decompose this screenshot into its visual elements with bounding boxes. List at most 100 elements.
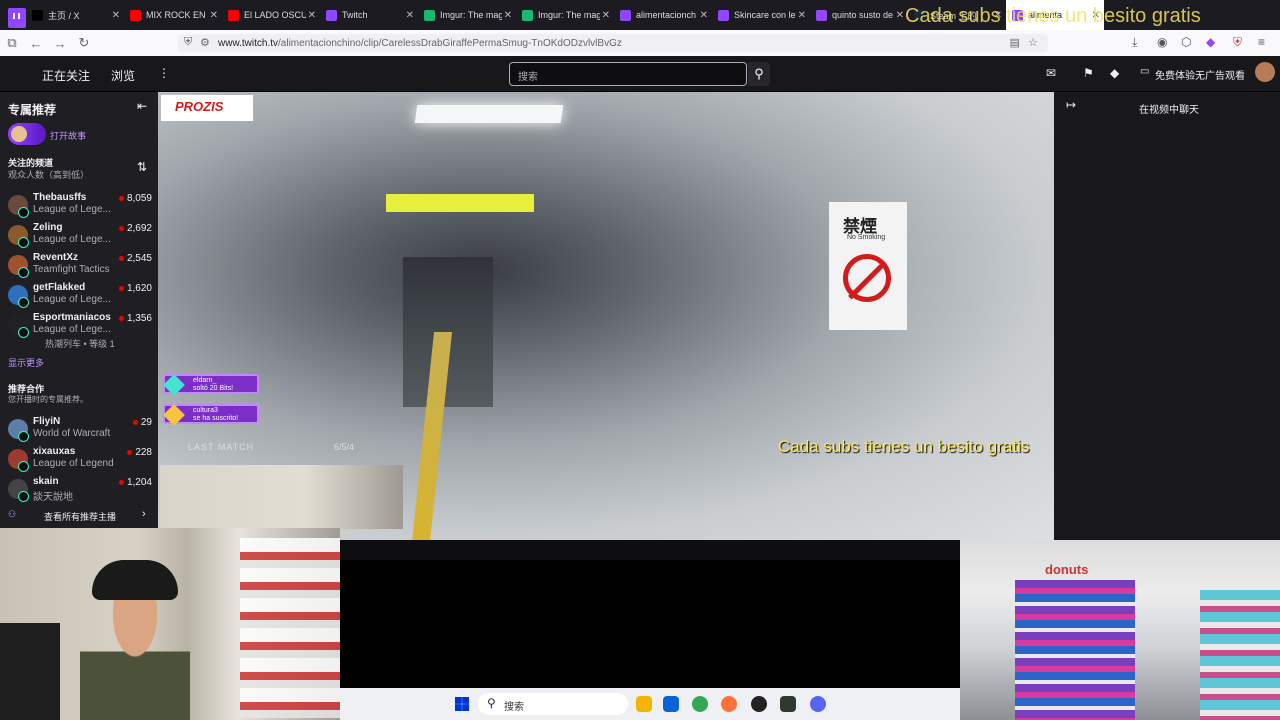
- candy-rack: [1200, 590, 1280, 720]
- address-bar: ⧉ ← → ↻ ⛨ ⚙ www.twitch.tv/alimentacionch…: [0, 30, 1280, 56]
- downloads-icon[interactable]: ⤓: [1132, 35, 1137, 50]
- reader-view-icon[interactable]: ▤: [1010, 36, 1020, 49]
- windows-taskbar: 搜索: [340, 688, 960, 720]
- live-badge-icon: [18, 267, 29, 278]
- nav-more-icon[interactable]: ⋮: [158, 66, 170, 80]
- channel-item[interactable]: ReventXz Teamfight Tactics 2,545: [0, 252, 158, 282]
- no-smoking-subtext: No Smoking: [847, 234, 886, 241]
- recommended-header: 专属推荐: [8, 103, 57, 117]
- alert-message: soltó 20 Bits!: [193, 385, 234, 392]
- inbox-icon[interactable]: ✉: [1046, 66, 1056, 80]
- ublock-icon[interactable]: ⛨: [1233, 35, 1242, 50]
- yellow-sign: [386, 194, 534, 212]
- outlook-icon[interactable]: [663, 696, 679, 712]
- viewer-count: 2,692: [119, 223, 152, 234]
- close-tab-icon[interactable]: ✕: [504, 10, 512, 21]
- alert-user: eldarn_: [193, 377, 217, 384]
- menu-icon[interactable]: ≡: [1258, 35, 1265, 49]
- chrome-icon[interactable]: [692, 696, 708, 712]
- file-explorer-icon[interactable]: [636, 696, 652, 712]
- ad-free-icon: ▭: [1140, 66, 1150, 77]
- chevron-right-icon: ›: [142, 508, 146, 520]
- browser-tab[interactable]: Skincare con le ✕: [712, 0, 810, 30]
- close-tab-icon[interactable]: ✕: [406, 10, 414, 21]
- gaming-chair: [0, 623, 60, 720]
- browser-tab[interactable]: alimentacionch ✕: [614, 0, 712, 30]
- browser-tab[interactable]: Imgur: The mag ✕: [516, 0, 614, 30]
- tab-title: Skincare con le: [734, 10, 796, 20]
- close-tab-icon[interactable]: ✕: [896, 10, 904, 21]
- reload-icon[interactable]: ↻: [72, 35, 96, 51]
- group-icon: ⚇: [8, 509, 17, 519]
- browser-tab[interactable]: 主页 / X ✕: [26, 0, 124, 30]
- browser-tab[interactable]: MIX ROCK EN E ✕: [124, 0, 222, 30]
- firefox-icon[interactable]: [721, 696, 737, 712]
- browser-tab[interactable]: quinto susto de ✕: [810, 0, 908, 30]
- channel-avatar: [8, 225, 29, 248]
- partner-subheader: 您开播时的专属推荐。: [8, 395, 88, 404]
- close-tab-icon[interactable]: ✕: [602, 10, 610, 21]
- nav-following[interactable]: 正在关注: [42, 67, 90, 84]
- bits-icon[interactable]: ◆: [1110, 66, 1119, 80]
- twitch-extension-icon[interactable]: ◆: [1206, 35, 1215, 49]
- url-path: /alimentacionchino/clip/CarelessDrabGira…: [278, 37, 622, 49]
- browser-tab[interactable]: Imgur: The mag ✕: [418, 0, 516, 30]
- windows-start-icon[interactable]: [455, 697, 469, 711]
- tab-title: Imgur: The mag: [440, 10, 502, 20]
- account-icon[interactable]: ◉: [1157, 35, 1167, 49]
- tab-title: alimentacionch: [636, 10, 697, 20]
- nav-browse[interactable]: 浏览: [111, 67, 135, 84]
- close-tab-icon[interactable]: ✕: [112, 10, 120, 21]
- story-avatar[interactable]: [8, 123, 46, 145]
- viewer-count: 1,356: [119, 313, 152, 324]
- browser-tab[interactable]: Twitch ✕: [320, 0, 418, 30]
- close-tab-icon[interactable]: ✕: [700, 10, 708, 21]
- channel-item[interactable]: xixauxas League of Legends 228: [0, 446, 158, 476]
- view-all-button[interactable]: ⚇ 查看所有推荐主播 ›: [8, 508, 158, 524]
- collapse-sidebar-icon[interactable]: ⇤: [137, 99, 147, 113]
- search-icon[interactable]: ⚲: [748, 62, 770, 86]
- channel-item[interactable]: getFlakked League of Lege... 1,620: [0, 282, 158, 312]
- bookmark-star-icon[interactable]: ☆: [1028, 36, 1038, 49]
- channel-item[interactable]: Zeling League of Lege... 2,692: [0, 222, 158, 252]
- avatar: [11, 126, 27, 142]
- channel-name: xixauxas: [33, 446, 76, 457]
- twitch-logo-icon[interactable]: [8, 8, 26, 28]
- ad-free-button[interactable]: 免费体验无广告观看: [1155, 67, 1245, 82]
- channel-item[interactable]: Thebausffs League of Lege... 8,059: [0, 192, 158, 222]
- tab-favicon-icon: [522, 9, 533, 21]
- live-badge-icon: [18, 431, 29, 442]
- sidebar-toggle-icon[interactable]: ⧉: [0, 35, 24, 51]
- channel-game: League of Lege...: [33, 324, 111, 335]
- live-badge-icon: [18, 327, 29, 338]
- browser-tab[interactable]: El LADO OSCUR✕: [222, 0, 320, 30]
- close-tab-icon[interactable]: ✕: [308, 10, 316, 21]
- donuts-sign: donuts: [1045, 562, 1089, 577]
- viewer-count: 8,059: [119, 193, 152, 204]
- game-icon[interactable]: [780, 696, 796, 712]
- close-tab-icon[interactable]: ✕: [210, 10, 218, 21]
- sort-icon[interactable]: ⇅: [137, 160, 147, 174]
- forward-icon[interactable]: →: [48, 36, 72, 51]
- channel-item[interactable]: Esportmaniacos League of Lege... 1,356 热潮列车…: [0, 312, 158, 349]
- show-more-link[interactable]: 显示更多: [8, 356, 44, 369]
- discord-icon[interactable]: [810, 696, 826, 712]
- chat-panel: ↦ 在视频中聊天: [1054, 92, 1280, 540]
- story-label[interactable]: 打开故事: [50, 129, 86, 142]
- activity-icon[interactable]: ⚑: [1083, 66, 1094, 80]
- channel-item[interactable]: FliyiN World of Warcraft 29: [0, 416, 158, 446]
- extensions-icon[interactable]: ⬡: [1181, 35, 1191, 49]
- collapse-chat-icon[interactable]: ↦: [1066, 98, 1076, 112]
- back-icon[interactable]: ←: [24, 36, 48, 51]
- tab-title: El LADO OSCUR: [244, 10, 306, 20]
- user-avatar[interactable]: [1255, 62, 1275, 82]
- channel-item[interactable]: skain 談天說地 1,204: [0, 476, 158, 506]
- app-icon[interactable]: [751, 696, 767, 712]
- site-info-icon[interactable]: ⚙: [200, 36, 210, 49]
- url-field[interactable]: ⛨ ⚙ www.twitch.tv/alimentacionchino/clip…: [178, 34, 1048, 52]
- taskbar-search[interactable]: 搜索: [478, 693, 628, 715]
- tab-title: MIX ROCK EN E: [146, 10, 208, 20]
- channel-game: League of Lege...: [33, 294, 111, 305]
- close-tab-icon[interactable]: ✕: [798, 10, 806, 21]
- search-input[interactable]: 搜索: [509, 62, 747, 86]
